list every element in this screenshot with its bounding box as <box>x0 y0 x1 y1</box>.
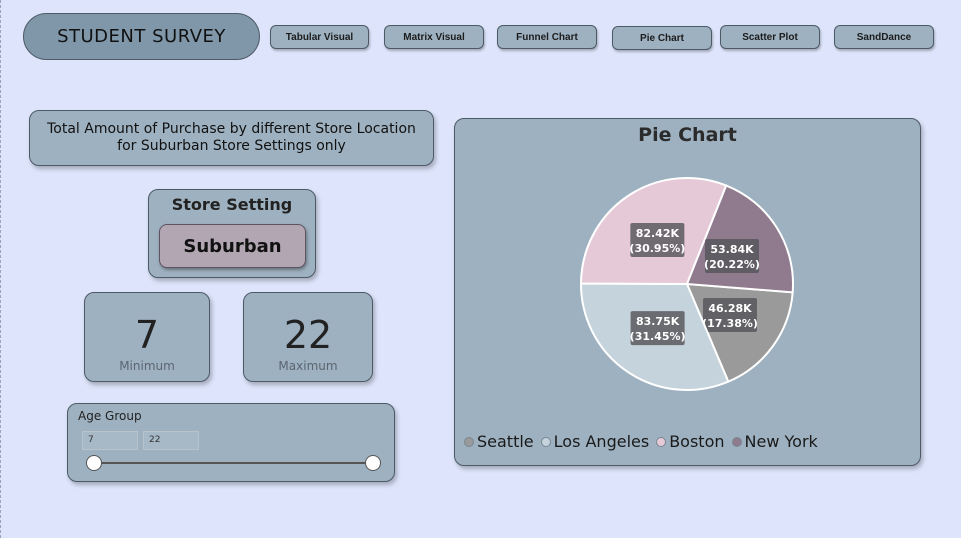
nav-button-pie-chart[interactable]: Pie Chart <box>612 26 712 50</box>
store-setting-card: Store Setting Suburban <box>148 189 316 278</box>
pie-chart-card: Pie Chart 46.28K (17.38%) 83.75K (31.45%) 82… <box>454 118 921 466</box>
legend-item-los-angeles[interactable]: Los Angeles <box>540 432 650 451</box>
age-slider-track[interactable] <box>94 462 374 464</box>
minimum-label: Minimum <box>119 359 175 373</box>
nav-button-label: Tabular Visual <box>285 31 354 43</box>
age-group-title: Age Group <box>78 409 142 423</box>
nav-button-tabular-visual[interactable]: Tabular Visual <box>270 25 369 49</box>
nav-button-sanddance[interactable]: SandDance <box>834 25 934 49</box>
data-label-percent: (20.22%) <box>704 258 760 271</box>
legend-label: New York <box>744 432 818 451</box>
nav-button-label: Pie Chart <box>640 32 684 44</box>
legend-label: Boston <box>669 432 725 451</box>
description-card: Total Amount of Purchase by different St… <box>29 110 434 166</box>
left-border-guide <box>0 0 2 538</box>
legend-item-seattle[interactable]: Seattle <box>464 432 534 451</box>
data-label: 53.84K (20.22%) <box>704 238 760 273</box>
pie-chart-svg: 46.28K (17.38%) 83.75K (31.45%) 82.42K (30.95… <box>579 177 794 391</box>
nav-button-label: Matrix Visual <box>403 31 465 43</box>
legend-marker <box>731 436 742 447</box>
data-label: 46.28K (17.38%) <box>702 297 758 332</box>
nav-button-matrix-visual[interactable]: Matrix Visual <box>384 25 484 49</box>
data-label-percent: (30.95%) <box>629 242 685 255</box>
legend-marker <box>540 436 551 447</box>
legend-item-boston[interactable]: Boston <box>656 432 725 451</box>
data-label-value: 82.42K <box>636 227 680 240</box>
data-label-value: 46.28K <box>708 302 752 315</box>
store-setting-value: Suburban <box>183 235 282 257</box>
chart-legend: Seattle Los Angeles Boston New York <box>464 432 818 451</box>
nav-button-label: SandDance <box>856 31 912 43</box>
maximum-label: Maximum <box>278 359 338 373</box>
nav-button-scatter-plot[interactable]: Scatter Plot <box>720 25 820 49</box>
age-slider-max-handle[interactable] <box>365 455 381 471</box>
maximum-age-card: 22 Maximum <box>243 292 373 382</box>
age-min-input[interactable]: 7 <box>82 431 138 450</box>
maximum-value: 22 <box>283 313 333 357</box>
report-title-text: STUDENT SURVEY <box>57 26 226 47</box>
nav-button-label: Scatter Plot <box>742 31 798 43</box>
legend-label: Los Angeles <box>553 432 650 451</box>
data-label: 83.75K (31.45%) <box>630 311 686 346</box>
legend-marker <box>656 436 667 447</box>
store-setting-button[interactable]: Suburban <box>159 224 306 268</box>
report-title: STUDENT SURVEY <box>23 13 260 60</box>
description-line-2: for Suburban Store Settings only <box>117 138 346 154</box>
nav-button-funnel-chart[interactable]: Funnel Chart <box>497 25 597 49</box>
age-group-slicer: Age Group 7 22 <box>67 403 395 482</box>
nav-button-label: Funnel Chart <box>516 31 578 43</box>
legend-item-new-york[interactable]: New York <box>731 432 818 451</box>
data-label-percent: (17.38%) <box>702 317 758 330</box>
legend-label: Seattle <box>477 432 534 451</box>
legend-marker <box>464 436 474 447</box>
data-label-value: 53.84K <box>710 243 754 256</box>
age-max-input[interactable]: 22 <box>143 431 199 450</box>
minimum-value: 7 <box>134 313 160 357</box>
age-slider-min-handle[interactable] <box>86 455 102 471</box>
description-text: Total Amount of Purchase by different St… <box>47 121 416 155</box>
minimum-age-card: 7 Minimum <box>84 292 210 382</box>
data-label-percent: (31.45%) <box>630 330 686 343</box>
data-label: 82.42K (30.95%) <box>629 223 685 258</box>
description-line-1: Total Amount of Purchase by different St… <box>47 121 416 137</box>
store-setting-label: Store Setting <box>171 195 293 214</box>
data-label-value: 83.75K <box>636 315 680 328</box>
